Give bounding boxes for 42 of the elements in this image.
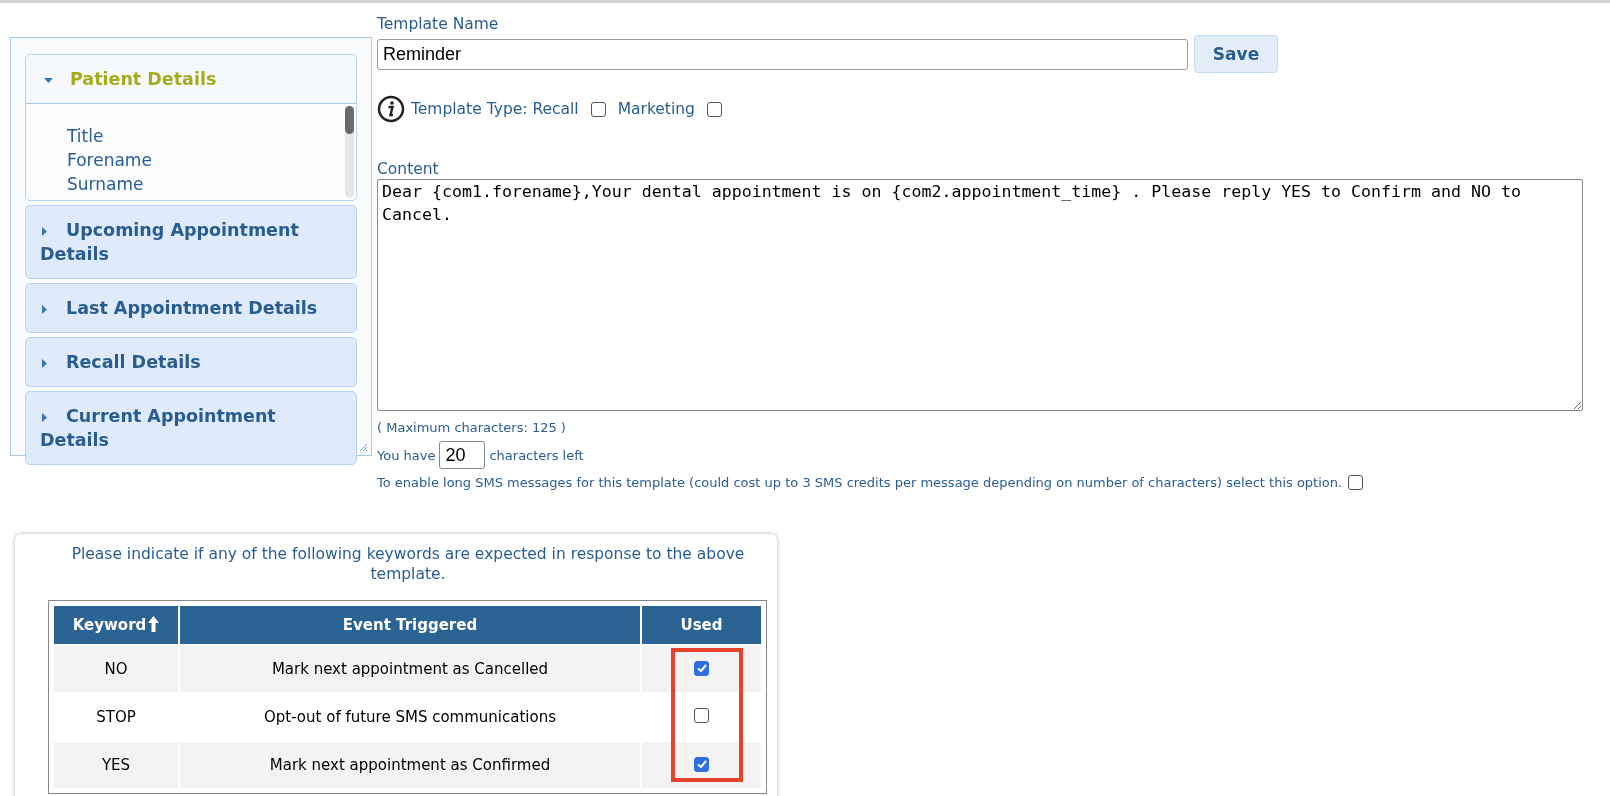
field-label: Template Name [377, 14, 500, 34]
caret-right-icon [40, 412, 49, 422]
accordion-header[interactable]: Recall Details [26, 338, 356, 386]
characters-left-label: You have [377, 447, 436, 463]
marketing-label: Marketing [617, 100, 695, 118]
characters-left-input[interactable]: 20 [439, 441, 486, 469]
caret-down-icon [44, 75, 53, 85]
table-cell: YES [54, 742, 178, 788]
column-header: Used [642, 606, 761, 644]
long-sms-label: To enable long SMS messages for this template (could cost up to 3 SMS credits per message depending on number of characters) select this option. [377, 475, 1343, 490]
field-item[interactable]: Forename [67, 148, 343, 172]
max-characters-note: ( Maximum characters: 125 ) [377, 419, 567, 437]
recall-checkbox[interactable] [590, 101, 606, 117]
resize-handle-icon[interactable] [358, 442, 368, 452]
characters-left-label: characters left [489, 447, 584, 463]
table-cell: NO [54, 646, 178, 692]
table-cell: Mark next appointment as Cancelled [180, 646, 640, 692]
accordion-header[interactable]: Current Appointment Details [26, 392, 356, 464]
content-textarea[interactable]: Dear {com1.forename},Your dental appointment is on {com2.appointment_time} . Please reply YES to Confirm and NO to Cancel. [377, 179, 1583, 411]
caret-right-icon [40, 304, 49, 314]
field-item[interactable]: Title [67, 124, 343, 148]
info-icon[interactable] [377, 95, 405, 123]
table-cell: Mark next appointment as Confirmed [180, 742, 640, 788]
accordion-header[interactable]: Upcoming Appointment Details [26, 206, 356, 278]
field-item[interactable]: Surname [67, 172, 343, 196]
used-checkbox[interactable] [694, 660, 709, 676]
marketing-checkbox[interactable] [706, 101, 722, 117]
column-header: Event Triggered [180, 606, 640, 644]
sort-arrow-icon[interactable] [148, 616, 160, 632]
keywords-intro: Please indicate if any of the following keywords are expected in response to the above template. [70, 544, 746, 585]
save-button[interactable]: Save [1194, 35, 1278, 73]
template-type-label: Template Type: Recall [411, 100, 579, 118]
caret-right-icon [40, 358, 49, 368]
accordion-header[interactable]: Last Appointment Details [26, 284, 356, 332]
column-header[interactable]: Keyword [54, 606, 178, 644]
caret-right-icon [40, 226, 49, 236]
used-checkbox[interactable] [694, 707, 709, 723]
used-checkbox[interactable] [694, 756, 709, 772]
long-sms-checkbox[interactable] [1348, 475, 1364, 490]
scrollbar[interactable] [345, 106, 354, 198]
field-label: Content [377, 159, 440, 179]
template-name-input[interactable]: Reminder [377, 38, 1188, 70]
